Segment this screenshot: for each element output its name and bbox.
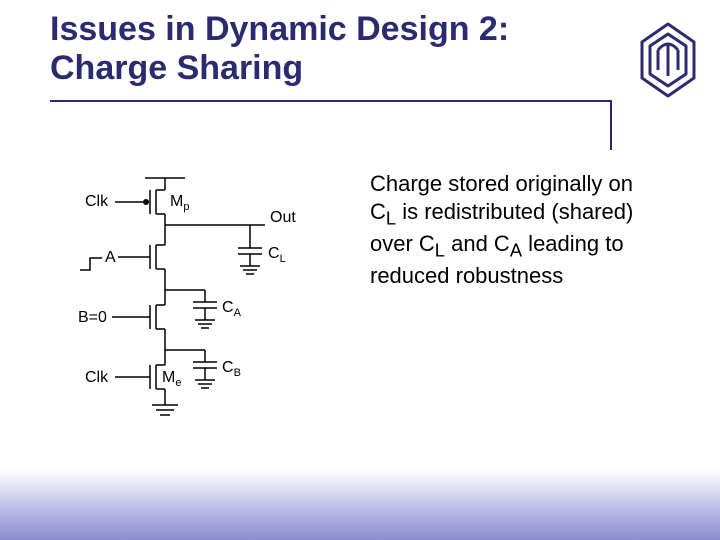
institution-logo-icon — [636, 20, 700, 100]
cap-subscript: A — [510, 239, 522, 260]
body-paragraph: Charge stored originally on CL is redist… — [370, 170, 690, 290]
body-line: CL is redistributed (shared) — [370, 199, 633, 224]
label-me: Me — [162, 369, 181, 389]
label-cb: CB — [222, 359, 241, 379]
label-clk-bot: Clk — [85, 369, 109, 386]
label-clk-top: Clk — [85, 193, 109, 210]
body-text-frag: is redistributed (shared) — [396, 199, 633, 224]
cap-symbol: C — [370, 199, 386, 224]
body-text-frag: over C — [370, 231, 435, 256]
body-line: reduced robustness — [370, 263, 563, 288]
title-underline — [50, 100, 610, 102]
body-text-frag: and C — [445, 231, 510, 256]
body-line: over CL and CA leading to — [370, 231, 624, 256]
label-mp: Mp — [170, 193, 189, 213]
body-line: Charge stored originally on — [370, 171, 633, 196]
circuit-diagram: Mp Clk Out CL A CA B=0 — [30, 170, 350, 470]
transistor-b — [130, 305, 165, 329]
title-vertical-rule — [610, 100, 612, 150]
transistor-me — [130, 365, 165, 389]
label-ca: CA — [222, 299, 242, 319]
body-text-frag: leading to — [522, 231, 624, 256]
transistor-a — [130, 245, 165, 269]
label-b: B=0 — [78, 309, 107, 326]
clock-edge-icon — [80, 258, 102, 270]
transistor-mp — [130, 190, 165, 214]
footer-gradient — [0, 470, 720, 540]
cap-subscript: L — [386, 207, 396, 228]
label-cl: CL — [268, 245, 286, 265]
cap-subscript: L — [435, 239, 445, 260]
label-out: Out — [270, 209, 296, 226]
label-a: A — [105, 249, 116, 266]
slide-title: Issues in Dynamic Design 2: Charge Shari… — [50, 10, 580, 88]
